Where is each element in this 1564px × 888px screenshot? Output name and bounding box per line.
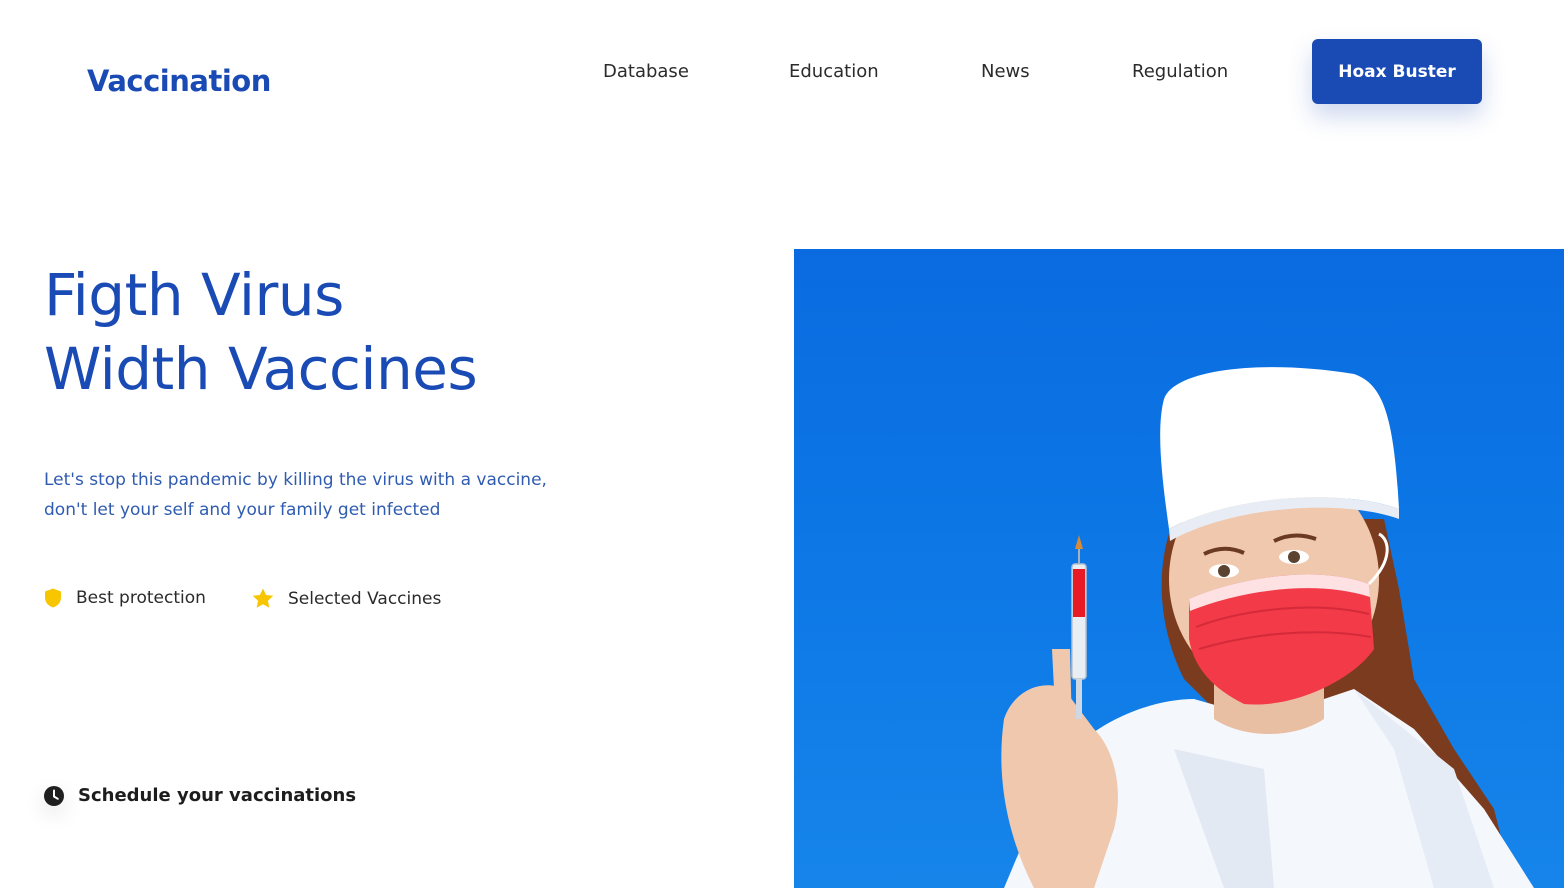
- hero-title-line-2: Width Vaccines: [44, 335, 478, 403]
- hero-description: Let's stop this pandemic by killing the …: [44, 465, 604, 525]
- nav-link-regulation[interactable]: Regulation: [1132, 61, 1228, 82]
- clock-icon: [44, 785, 64, 806]
- feature-label: Selected Vaccines: [288, 588, 442, 609]
- hoax-buster-button[interactable]: Hoax Buster: [1312, 39, 1482, 104]
- schedule-vaccination-link[interactable]: Schedule your vaccinations: [36, 777, 364, 814]
- hero-photo-nurse: [794, 249, 1564, 888]
- shield-icon: [44, 588, 62, 608]
- nav-link-education[interactable]: Education: [789, 61, 879, 82]
- feature-best-protection: Best protection: [44, 588, 206, 608]
- star-icon: [252, 588, 274, 609]
- schedule-label: Schedule your vaccinations: [78, 785, 357, 806]
- site-logo[interactable]: Vaccination: [87, 64, 271, 98]
- nav-link-news[interactable]: News: [981, 61, 1030, 82]
- hero-description-line-1: Let's stop this pandemic by killing the …: [44, 470, 547, 490]
- hero-title: Figth Virus Width Vaccines: [44, 258, 478, 406]
- hero-title-line-1: Figth Virus: [44, 261, 344, 329]
- nav-link-database[interactable]: Database: [603, 61, 689, 82]
- hero-description-line-2: don't let your self and your family get …: [44, 500, 441, 520]
- feature-selected-vaccines: Selected Vaccines: [252, 588, 441, 609]
- landing-page: Vaccination Database Education News Regu…: [0, 0, 1564, 888]
- feature-label: Best protection: [76, 588, 206, 608]
